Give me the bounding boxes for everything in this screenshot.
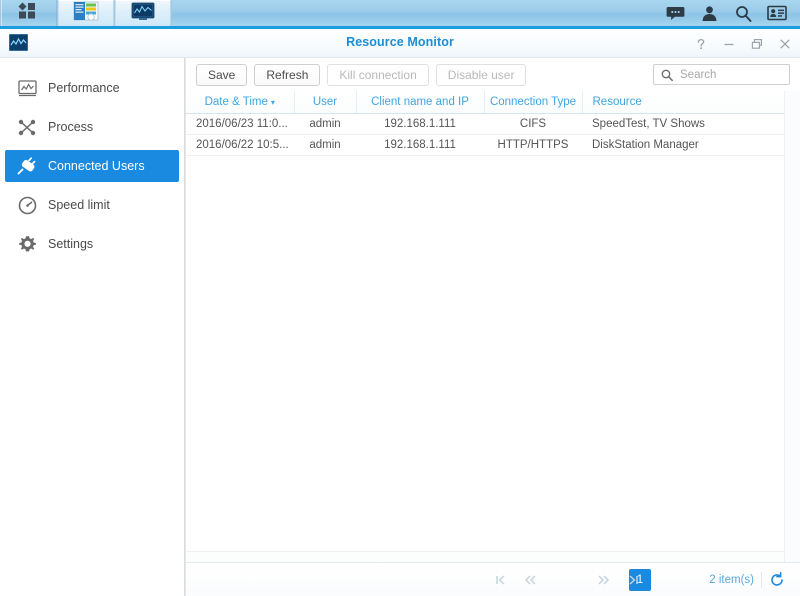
- performance-chart-icon: [16, 77, 38, 99]
- cell-date-time: 2016/06/22 10:5...: [186, 134, 294, 156]
- table-row[interactable]: 2016/06/23 11:0... admin 192.168.1.111 C…: [186, 113, 800, 135]
- cell-client: 192.168.1.111: [356, 113, 484, 135]
- taskbar-tray: [658, 0, 800, 26]
- widgets-icon[interactable]: [760, 0, 794, 28]
- cell-date-time: 2016/06/23 11:0...: [186, 113, 294, 135]
- cell-user: admin: [294, 134, 356, 156]
- sidebar-item-performance[interactable]: Performance: [5, 72, 179, 104]
- pagination-next-group: [588, 563, 648, 596]
- cell-connection-type: CIFS: [484, 113, 582, 135]
- first-page-button[interactable]: [486, 563, 516, 596]
- refresh-button[interactable]: Refresh: [254, 63, 321, 86]
- close-button[interactable]: [778, 36, 792, 52]
- package-center-icon: [71, 0, 101, 27]
- refresh-circular-icon[interactable]: [768, 571, 786, 589]
- column-header-resource[interactable]: Resource: [582, 91, 800, 114]
- sidebar-item-label: Process: [48, 119, 94, 134]
- cell-connection-type: HTTP/HTTPS: [484, 134, 582, 156]
- pagination-prev-group: [486, 563, 546, 596]
- maximize-button[interactable]: [750, 36, 764, 52]
- prev-page-button[interactable]: [516, 563, 546, 596]
- page-title: Resource Monitor: [346, 35, 454, 49]
- disable-user-button: Disable user: [435, 63, 527, 86]
- save-button[interactable]: Save: [196, 63, 248, 86]
- notifications-icon[interactable]: [658, 0, 692, 28]
- vertical-scrollbar[interactable]: [784, 91, 800, 562]
- window-controls: [694, 29, 792, 58]
- window-titlebar[interactable]: Resource Monitor: [0, 29, 800, 58]
- sidebar-item-connected-users[interactable]: Connected Users: [5, 150, 179, 182]
- column-header-client[interactable]: Client name and IP: [356, 91, 485, 114]
- search-input[interactable]: [678, 67, 778, 82]
- column-label: Date & Time: [204, 95, 268, 108]
- search-icon: [660, 68, 673, 81]
- desktop: Resource Monitor Performance Process Con…: [0, 0, 800, 596]
- user-options-icon[interactable]: [692, 0, 726, 28]
- sidebar-item-speed-limit[interactable]: Speed limit: [5, 189, 179, 221]
- cell-client: 192.168.1.111: [356, 134, 484, 156]
- toolbar: Save Refresh Kill connection Disable use…: [186, 58, 800, 91]
- main-menu-icon: [16, 1, 42, 26]
- sidebar-item-label: Performance: [48, 80, 120, 95]
- item-count-label: 2 item(s): [709, 573, 754, 586]
- connections-grid: Date & Time ▾ User Client name and IP Con…: [186, 91, 800, 562]
- cell-user: admin: [294, 113, 356, 135]
- next-page-button[interactable]: [588, 563, 618, 596]
- gear-icon: [16, 233, 38, 255]
- pagination-bar: 1 2 item(s): [186, 562, 800, 596]
- taskbar-spacer: [172, 0, 658, 26]
- resource-monitor-window: Resource Monitor Performance Process Con…: [0, 29, 800, 596]
- sidebar-item-label: Connected Users: [48, 158, 145, 173]
- sidebar-item-label: Settings: [48, 236, 94, 251]
- search-icon[interactable]: [726, 0, 760, 28]
- speed-gauge-icon: [16, 194, 38, 216]
- window-body: Performance Process Connected Users Spee…: [0, 58, 800, 596]
- taskbar-package-center-button[interactable]: [58, 0, 114, 26]
- search-box[interactable]: [653, 64, 790, 85]
- taskbar-resource-monitor-button[interactable]: [115, 0, 171, 26]
- last-page-button[interactable]: [618, 563, 648, 596]
- process-icon: [16, 116, 38, 138]
- sidebar: Performance Process Connected Users Spee…: [0, 58, 185, 596]
- table-header-row: Date & Time ▾ User Client name and IP Con…: [186, 91, 800, 114]
- horizontal-scrollbar[interactable]: [186, 551, 784, 562]
- pagination-divider: [761, 571, 762, 588]
- plug-connection-icon: [16, 155, 38, 177]
- taskbar: [0, 0, 800, 29]
- sort-desc-icon: ▾: [270, 97, 275, 107]
- content-pane: Save Refresh Kill connection Disable use…: [185, 58, 800, 596]
- column-header-date-time[interactable]: Date & Time ▾: [186, 91, 295, 114]
- cell-resource: SpeedTest, TV Shows: [582, 113, 800, 135]
- kill-connection-button: Kill connection: [327, 63, 429, 86]
- cell-resource: DiskStation Manager: [582, 134, 800, 156]
- help-button[interactable]: [694, 36, 708, 52]
- sidebar-item-label: Speed limit: [48, 197, 110, 212]
- connections-table: Date & Time ▾ User Client name and IP Con…: [186, 91, 800, 156]
- resource-monitor-icon: [128, 0, 158, 27]
- sidebar-item-settings[interactable]: Settings: [5, 228, 179, 260]
- sidebar-item-process[interactable]: Process: [5, 111, 179, 143]
- taskbar-main-menu-button[interactable]: [1, 0, 57, 26]
- column-header-connection-type[interactable]: Connection Type: [484, 91, 583, 114]
- table-row[interactable]: 2016/06/22 10:5... admin 192.168.1.111 H…: [186, 134, 800, 156]
- column-header-user[interactable]: User: [294, 91, 357, 114]
- minimize-button[interactable]: [722, 36, 736, 52]
